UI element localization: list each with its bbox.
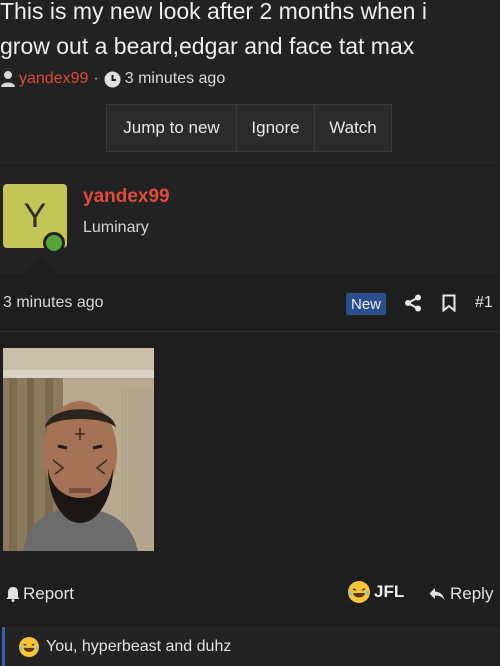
post-user-header: Y — [0, 166, 500, 278]
watch-button[interactable]: Watch — [315, 105, 391, 151]
ignore-button[interactable]: Ignore — [237, 105, 315, 151]
attached-photo[interactable] — [3, 348, 154, 551]
thread-time[interactable]: 3 minutes ago — [125, 70, 226, 88]
share-icon[interactable] — [404, 294, 422, 312]
report-label: Report — [23, 584, 75, 603]
reply-arrow-icon — [429, 588, 445, 600]
divider — [0, 331, 500, 332]
reaction-button-jfl[interactable]: JFL — [348, 581, 404, 603]
bookmark-icon[interactable] — [442, 294, 456, 312]
report-icon — [6, 587, 20, 602]
thread-actions: Jump to new Ignore Watch — [106, 104, 392, 152]
post-time[interactable]: 3 minutes ago — [3, 294, 104, 312]
new-badge: New — [346, 293, 386, 315]
report-button[interactable]: Report — [6, 584, 74, 604]
laughing-emoji-icon — [19, 636, 39, 657]
meta-separator: · — [93, 70, 99, 87]
jump-to-new-button[interactable]: Jump to new — [107, 105, 237, 151]
reply-button[interactable]: Reply — [429, 584, 493, 604]
post-caret — [25, 258, 57, 274]
post-username-link[interactable]: yandex99 — [83, 186, 170, 208]
reaction-label: JFL — [374, 582, 405, 601]
post-number-link[interactable]: #1 — [475, 294, 493, 312]
laughing-emoji-icon — [348, 581, 370, 603]
online-status-indicator — [43, 232, 65, 254]
reactions-summary[interactable]: You, hyperbeast and duhz — [2, 627, 500, 666]
thread-author-link[interactable]: yandex99 — [19, 70, 88, 88]
reply-label: Reply — [450, 584, 494, 603]
thread-meta: yandex99 · 3 minutes ago — [0, 67, 225, 91]
thread-title: This is my new look after 2 months when … — [0, 0, 500, 64]
clock-icon — [104, 71, 121, 87]
thread-title-line-2: grow out a beard,edgar and face tat max — [0, 33, 415, 59]
reactions-summary-text: You, hyperbeast and duhz — [46, 637, 232, 655]
user-icon — [1, 71, 15, 87]
thread-title-line-1: This is my new look after 2 months when … — [0, 0, 427, 24]
user-title: Luminary — [83, 219, 149, 236]
